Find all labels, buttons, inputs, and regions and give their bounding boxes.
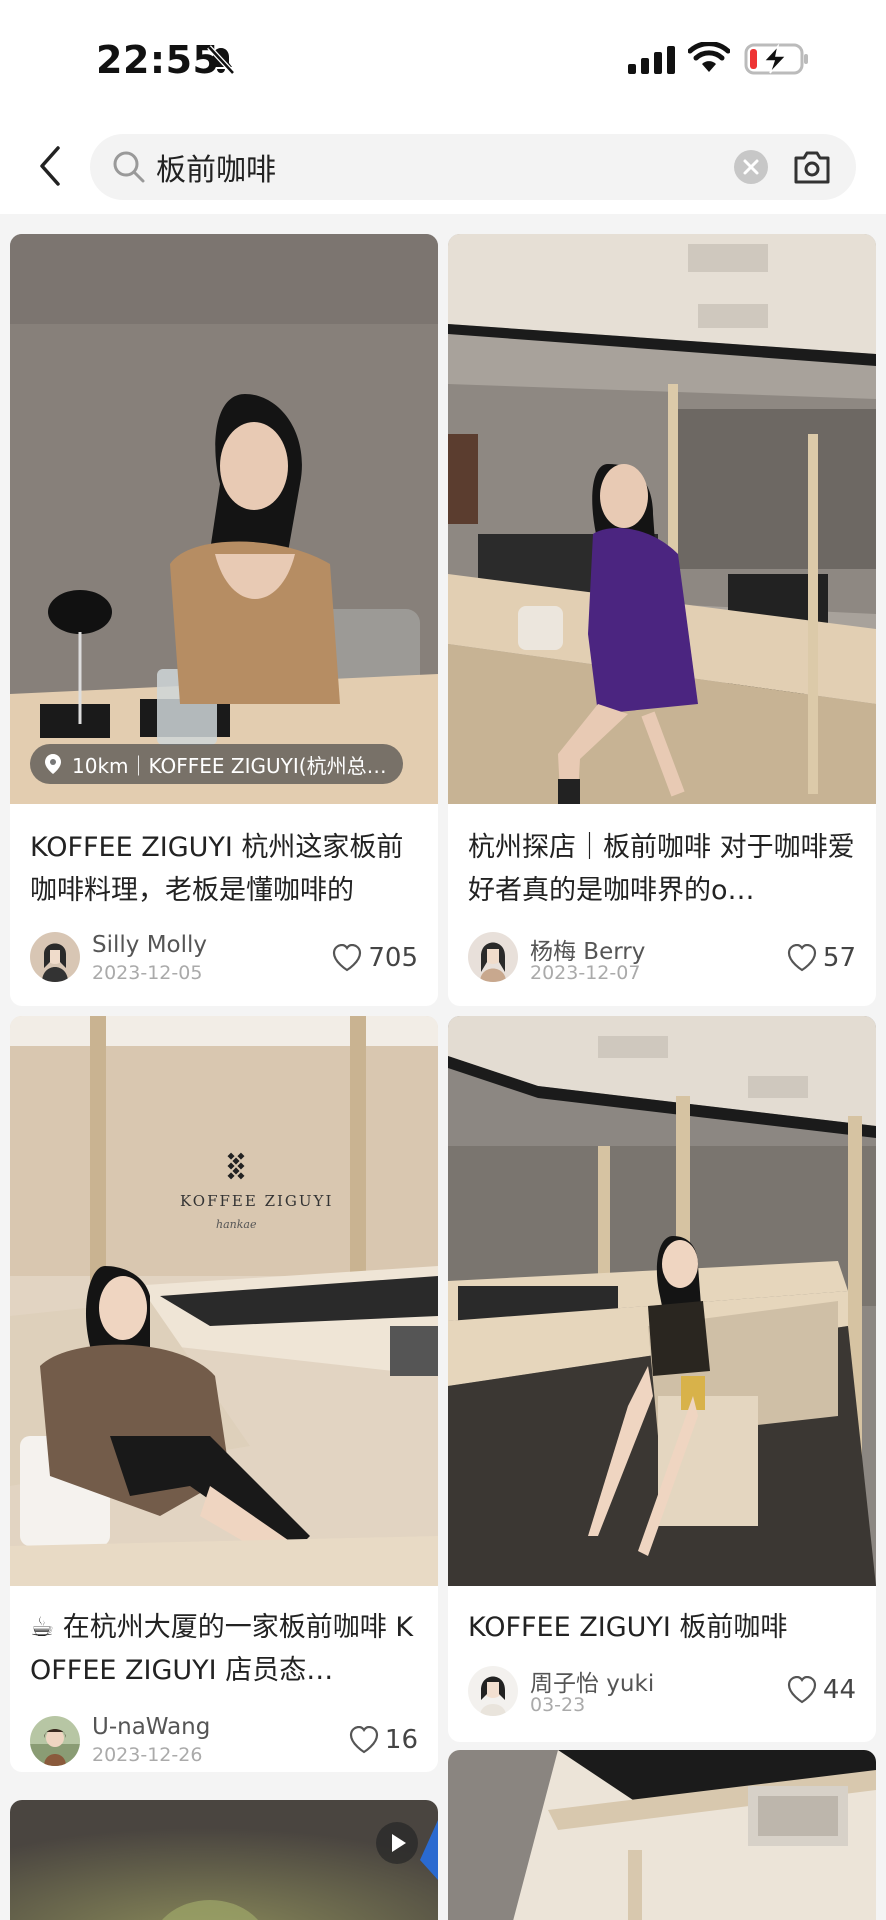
post-title[interactable]: KOFFEE ZIGUYI 板前咖啡 [468,1606,858,1649]
heart-icon [349,1726,379,1754]
post-date: 2023-12-05 [92,962,203,984]
signal-icon [628,46,675,74]
status-time: 22:55 [96,38,220,82]
heart-icon [787,944,817,972]
camera-icon[interactable] [792,148,832,186]
like-button[interactable]: 44 [787,1672,856,1708]
author-name[interactable]: 周子怡 yuki [530,1664,654,1698]
post-title[interactable]: 杭州探店｜板前咖啡 对于咖啡爱好者真的是咖啡界的o… [468,826,858,912]
like-count: 44 [822,1675,856,1705]
avatar[interactable] [468,932,518,982]
post-image[interactable]: 10km｜KOFFEE ZIGUYI(杭州总… [10,234,438,804]
search-input[interactable] [156,147,696,187]
author-name[interactable]: 杨梅 Berry [530,932,645,966]
post-card[interactable]: KOFFEE ZIGUYI 板前咖啡 周子怡 yuki 03-23 44 [448,1016,876,1742]
author-name[interactable]: U-naWang [92,1714,210,1740]
post-card[interactable] [448,1750,876,1920]
bell-muted-icon [207,45,235,75]
post-image[interactable]: KOFFEE ZIGUYI hankae [10,1016,438,1586]
like-count: 16 [384,1725,418,1755]
like-count: 57 [822,943,856,973]
like-button[interactable]: 16 [349,1722,418,1758]
like-button[interactable]: 57 [787,940,856,976]
post-date: 2023-12-26 [92,1744,203,1766]
wifi-icon [688,42,730,72]
post-title[interactable]: ☕ 在杭州大厦的一家板前咖啡 KOFFEE ZIGUYI 店员态… [30,1606,420,1692]
search-icon [113,151,145,183]
post-date: 03-23 [530,1694,586,1716]
clear-icon[interactable] [734,150,768,184]
post-title[interactable]: KOFFEE ZIGUYI 杭州这家板前咖啡料理，老板是懂咖啡的 [30,826,420,912]
search-bar[interactable] [90,134,856,200]
location-text: 10km｜KOFFEE ZIGUYI(杭州总… [72,753,387,778]
image-brand-subtext: hankae [216,1218,257,1231]
heart-icon [333,944,362,972]
post-video-thumbnail[interactable] [10,1800,438,1920]
search-header [0,120,886,214]
post-card[interactable]: 杭州探店｜板前咖啡 对于咖啡爱好者真的是咖啡界的o… 杨梅 Berry 2023… [448,234,876,1006]
image-brand-text: KOFFEE ZIGUYI [180,1192,334,1210]
post-card[interactable] [10,1800,438,1920]
avatar[interactable] [30,932,80,982]
post-image[interactable] [448,1016,876,1586]
author-name[interactable]: Silly Molly [92,932,207,958]
post-image[interactable] [448,234,876,804]
avatar[interactable] [30,1716,80,1766]
location-pin-icon [45,754,61,774]
like-button[interactable]: 705 [332,940,418,976]
location-badge[interactable]: 10km｜KOFFEE ZIGUYI(杭州总… [30,744,403,784]
like-count: 705 [368,943,418,973]
post-card[interactable]: 10km｜KOFFEE ZIGUYI(杭州总… KOFFEE ZIGUYI 杭州… [10,234,438,1006]
post-date: 2023-12-07 [530,962,641,984]
heart-icon [787,1676,817,1704]
avatar[interactable] [468,1666,518,1716]
back-icon[interactable] [34,144,66,188]
post-card[interactable]: KOFFEE ZIGUYI hankae ☕ 在杭州大厦的一家板前咖啡 KOFF… [10,1016,438,1772]
status-bar: 22:55 [0,0,886,120]
battery-charging-icon [744,43,808,75]
play-icon[interactable] [376,1822,418,1864]
post-image[interactable] [448,1750,876,1920]
